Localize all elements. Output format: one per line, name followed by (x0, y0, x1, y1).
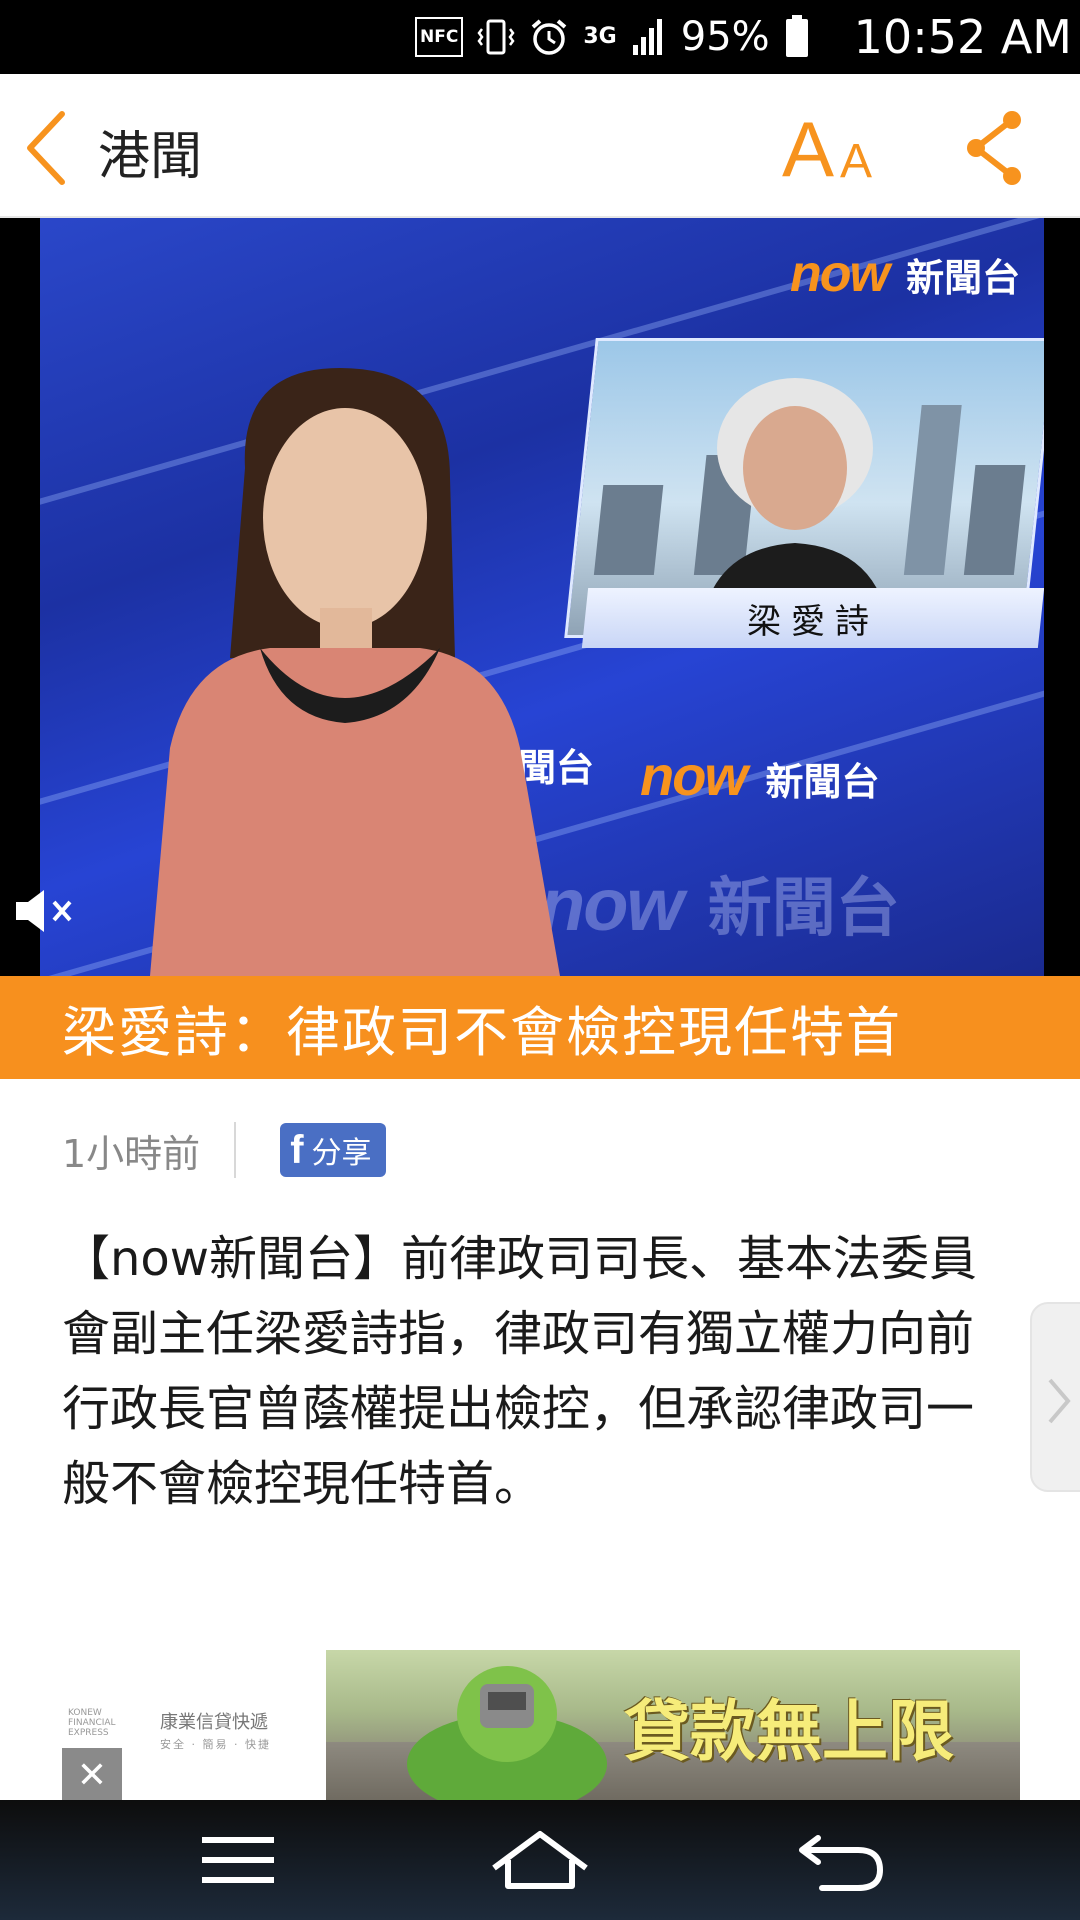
channel-logo-now: now (790, 245, 890, 303)
background-logo-2: now 新聞台 (640, 744, 880, 807)
video-frame: now 新聞台 梁愛詩 新聞台 now 新聞台 now 新聞台 (40, 218, 1044, 976)
facebook-share-button[interactable]: f 分享 (280, 1123, 386, 1177)
status-bar: NFC 3G 95% 10:52 AM (0, 0, 1080, 74)
alarm-icon (529, 17, 569, 57)
vibrate-icon (477, 17, 515, 57)
guest-nameplate: 梁愛詩 (581, 588, 1044, 648)
facebook-icon: f (290, 1128, 304, 1172)
chevron-right-icon (1048, 1378, 1071, 1424)
back-icon (799, 1835, 883, 1891)
ad-brand-zh: 康業信貸快遞 (160, 1712, 268, 1733)
menu-button[interactable] (198, 1828, 278, 1896)
news-anchor (150, 368, 560, 976)
headline-band: 梁愛詩：律政司不會檢控現任特首 (0, 976, 1080, 1079)
time-ago: 1小時前 (62, 1131, 201, 1176)
home-icon (492, 1831, 588, 1889)
clock: 10:52 AM (853, 10, 1072, 64)
ad-banner[interactable]: KONEW FINANCIAL EXPRESS 康業信貸快遞 安全 · 簡易 ·… (62, 1650, 1020, 1802)
nfc-icon: NFC (415, 17, 464, 57)
article-meta: 1小時前 f 分享 (62, 1120, 386, 1180)
font-size-button[interactable]: A A (778, 104, 888, 194)
data-arrows-icon: 3G (583, 17, 616, 57)
article-headline: 梁愛詩：律政司不會檢控現任特首 (62, 1001, 902, 1064)
article-body: 【now新聞台】前律政司司長、基本法委員會副主任梁愛詩指，律政司有獨立權力向前行… (62, 1231, 978, 1512)
font-size-large-glyph: A (782, 105, 835, 193)
menu-icon (202, 1837, 274, 1883)
speaker-muted-icon (16, 890, 72, 932)
channel-logo-zh: 新聞台 (906, 256, 1021, 300)
ad-slogan: 貸款無上限 (624, 1693, 954, 1770)
ad-brand-tagline: 安全 · 簡易 · 快捷 (160, 1738, 271, 1751)
share-label: 分享 (311, 1136, 372, 1171)
network-type-label: 3G (583, 24, 617, 49)
share-button[interactable] (962, 108, 1038, 188)
ad-brand-en: KONEW FINANCIAL EXPRESS (68, 1708, 116, 1738)
guest-name: 梁愛詩 (747, 601, 879, 642)
share-icon (967, 111, 1021, 185)
back-nav-button[interactable] (796, 1828, 886, 1896)
home-button[interactable] (488, 1828, 592, 1896)
ad-close-button[interactable]: ✕ (62, 1748, 122, 1802)
channel-logo: now 新聞台 (790, 248, 1020, 300)
battery-icon (784, 15, 810, 57)
back-button[interactable] (22, 108, 82, 188)
page-title: 港聞 (98, 127, 203, 187)
battery-percent: 95% (680, 14, 770, 60)
ad-robot-illustration (407, 1666, 607, 1802)
signal-icon (631, 17, 667, 57)
system-nav-bar (0, 1800, 1080, 1920)
font-size-small-glyph: A (840, 135, 873, 188)
mute-button[interactable] (12, 886, 78, 936)
video-player[interactable]: now 新聞台 梁愛詩 新聞台 now 新聞台 now 新聞台 (0, 218, 1080, 976)
meta-divider (234, 1122, 237, 1178)
next-article-button[interactable] (1030, 1302, 1080, 1492)
app-header: 港聞 A A (0, 74, 1080, 218)
